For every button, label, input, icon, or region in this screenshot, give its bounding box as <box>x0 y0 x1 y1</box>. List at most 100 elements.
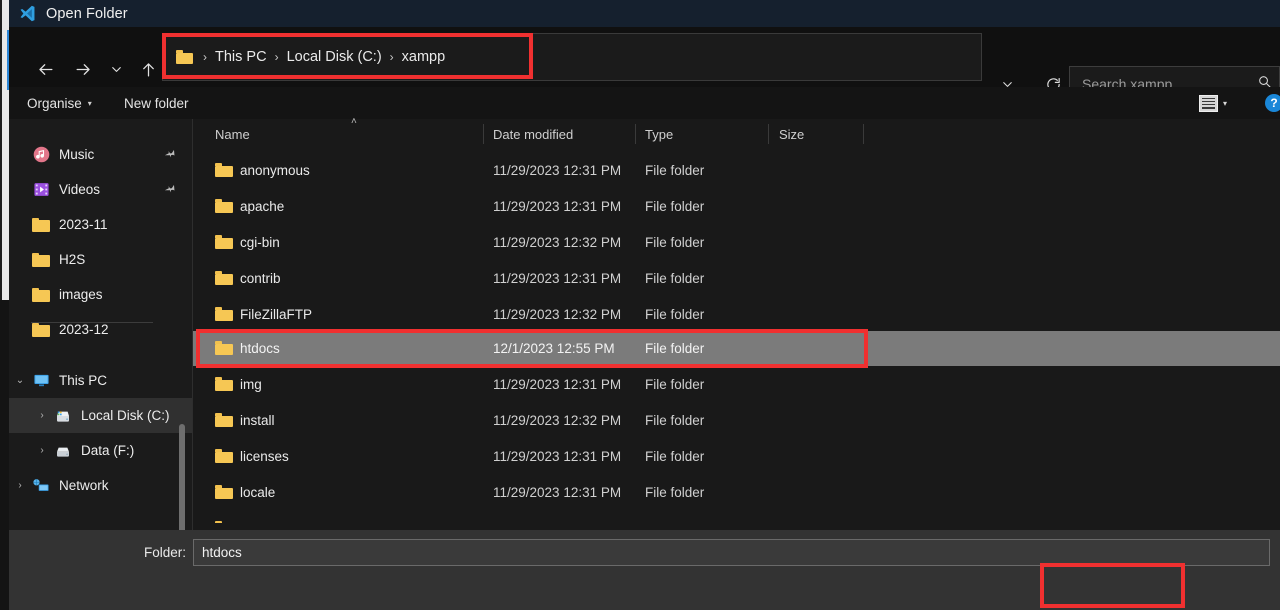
dialog-footer: Folder: htdocs Select Folder Cancel <box>9 530 1280 610</box>
table-row[interactable]: install 11/29/2023 12:32 PM File folder <box>193 403 1280 438</box>
organise-button[interactable]: Organise ▾ <box>27 87 92 119</box>
table-row[interactable]: locale 11/29/2023 12:31 PM File folder <box>193 475 1280 510</box>
sidebar-twisty-network[interactable]: › <box>9 480 31 491</box>
table-row[interactable]: mailoutput 11/29/2023 12:31 PM File fold… <box>193 511 1280 523</box>
folder-label: Folder: <box>143 544 186 560</box>
file-date-modified: 11/29/2023 12:31 PM <box>493 449 622 464</box>
sidebar-item-label: Music <box>59 147 95 162</box>
file-type: File folder <box>645 163 705 178</box>
file-type: File folder <box>645 307 705 322</box>
breadcrumb-item-xampp[interactable]: xampp <box>402 49 446 65</box>
dialog-body: Music Videos 2023-11 H2S images 2023-12 … <box>9 116 1280 530</box>
breadcrumb-item-local-disk-c[interactable]: Local Disk (C:) <box>287 49 382 65</box>
file-type: File folder <box>645 377 705 392</box>
window-title: Open Folder <box>46 5 128 22</box>
table-row-selected[interactable]: htdocs 12/1/2023 12:55 PM File folder <box>193 331 1280 366</box>
sidebar-item-2023-12[interactable]: 2023-12 <box>9 312 192 347</box>
file-list-pane: Name ˄ Date modified Type Size anonymous… <box>193 116 1280 530</box>
organise-caret-icon: ▾ <box>87 98 92 108</box>
file-type: File folder <box>645 449 705 464</box>
sidebar-item-images[interactable]: images <box>9 277 192 312</box>
file-name: htdocs <box>240 341 280 356</box>
sidebar-item-music[interactable]: Music <box>9 137 192 172</box>
forward-arrow-icon[interactable] <box>68 54 98 84</box>
sidebar-twisty-data-f[interactable]: › <box>31 445 53 456</box>
file-name: mailoutput <box>240 511 302 523</box>
vscode-icon <box>18 4 37 23</box>
file-type: File folder <box>645 235 705 250</box>
sidebar-item-label: images <box>59 287 103 302</box>
pin-icon[interactable] <box>164 182 176 197</box>
sidebar-item-h2s[interactable]: H2S <box>9 242 192 277</box>
breadcrumb-separator-0: › <box>203 50 207 64</box>
table-row[interactable]: FileZillaFTP 11/29/2023 12:32 PM File fo… <box>193 297 1280 332</box>
background-window-edge <box>0 0 9 610</box>
table-row[interactable]: anonymous 11/29/2023 12:31 PM File folde… <box>193 153 1280 188</box>
sidebar-item-videos[interactable]: Videos <box>9 172 192 207</box>
file-name: cgi-bin <box>240 235 280 250</box>
file-date-modified: 12/1/2023 12:55 PM <box>493 341 615 356</box>
file-name: FileZillaFTP <box>240 307 313 322</box>
new-folder-label: New folder <box>124 95 189 111</box>
list-view-icon[interactable] <box>1199 94 1218 112</box>
music-icon <box>31 145 51 165</box>
screenshot-root: Open Folder › This PC › Local Disk (C:) … <box>0 0 1280 610</box>
folder-input[interactable]: htdocs <box>193 539 1270 566</box>
table-row[interactable]: contrib 11/29/2023 12:31 PM File folder <box>193 261 1280 296</box>
file-date-modified: 11/29/2023 12:31 PM <box>493 377 622 392</box>
file-date-modified: 11/29/2023 12:31 PM <box>493 511 621 523</box>
up-arrow-icon[interactable] <box>133 54 163 84</box>
file-name: licenses <box>240 449 289 464</box>
column-divider-3[interactable] <box>768 124 769 144</box>
navigation-pane: Music Videos 2023-11 H2S images 2023-12 … <box>9 119 192 530</box>
view-options-button[interactable]: ▾ <box>1199 91 1247 115</box>
file-name: locale <box>240 485 276 500</box>
background-window-lower <box>0 300 9 610</box>
sidebar-twisty-this-pc[interactable]: ⌄ <box>9 375 31 386</box>
file-date-modified: 11/29/2023 12:32 PM <box>493 235 622 250</box>
help-button[interactable]: ? <box>1265 94 1280 112</box>
sidebar-item-this-pc[interactable]: ⌄ This PC <box>9 363 192 398</box>
table-row[interactable]: cgi-bin 11/29/2023 12:32 PM File folder <box>193 225 1280 260</box>
file-name: img <box>240 377 262 392</box>
sidebar-item-data-f[interactable]: › Data (F:) <box>9 433 192 468</box>
sort-ascending-icon: ˄ <box>351 116 357 127</box>
organise-label: Organise <box>27 95 82 111</box>
sidebar-item-network[interactable]: › Network <box>9 468 192 503</box>
folder-input-value: htdocs <box>202 545 242 560</box>
column-header-type[interactable]: Type <box>645 119 673 149</box>
column-divider-2[interactable] <box>635 124 636 144</box>
sidebar-item-label: H2S <box>59 252 86 267</box>
sidebar-item-2023-11[interactable]: 2023-11 <box>9 207 192 242</box>
new-folder-button[interactable]: New folder <box>124 87 189 119</box>
table-row[interactable]: licenses 11/29/2023 12:31 PM File folder <box>193 439 1280 474</box>
column-header-date-modified[interactable]: Date modified <box>493 119 573 149</box>
file-name: install <box>240 413 275 428</box>
file-date-modified: 11/29/2023 12:32 PM <box>493 307 622 322</box>
column-header-size[interactable]: Size <box>779 119 804 149</box>
column-headers: Name ˄ Date modified Type Size <box>193 116 1280 149</box>
folder-icon <box>31 250 51 270</box>
open-folder-dialog: Open Folder › This PC › Local Disk (C:) … <box>9 0 1280 610</box>
file-name: anonymous <box>240 163 310 178</box>
recent-locations-chevron-down-icon[interactable] <box>101 54 131 84</box>
table-row[interactable]: img 11/29/2023 12:31 PM File folder <box>193 367 1280 402</box>
file-type: File folder <box>645 271 705 286</box>
file-type: File folder <box>645 199 705 214</box>
network-icon <box>31 476 51 496</box>
column-header-name[interactable]: Name <box>215 119 250 149</box>
view-caret-icon[interactable]: ▾ <box>1223 99 1227 108</box>
sidebar-scrollbar[interactable] <box>179 424 185 530</box>
pin-icon[interactable] <box>164 147 176 162</box>
file-date-modified: 11/29/2023 12:31 PM <box>493 163 622 178</box>
sidebar-item-local-disk-c[interactable]: › Local Disk (C:) <box>9 398 192 433</box>
table-row[interactable]: apache 11/29/2023 12:31 PM File folder <box>193 189 1280 224</box>
column-divider-4[interactable] <box>863 124 864 144</box>
breadcrumb-separator-1: › <box>274 50 279 64</box>
column-divider-1[interactable] <box>483 124 484 144</box>
breadcrumb-item-this-pc[interactable]: This PC <box>215 49 267 65</box>
address-bar[interactable]: › This PC › Local Disk (C:) › xampp <box>162 33 982 81</box>
sidebar-twisty-local-disk-c[interactable]: › <box>31 410 53 421</box>
file-type: File folder <box>645 341 705 356</box>
back-arrow-icon[interactable] <box>30 54 60 84</box>
